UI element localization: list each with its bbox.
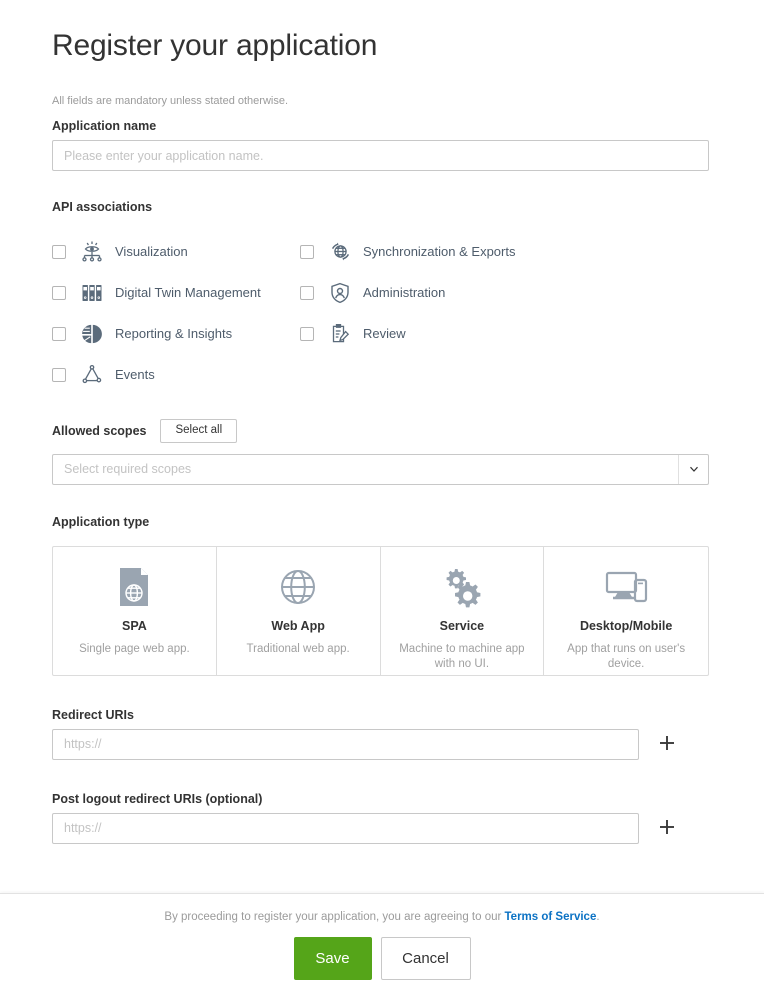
- api-item-label: Events: [115, 367, 155, 382]
- terms-note-after: .: [596, 911, 599, 923]
- desktop-mobile-icon: [602, 563, 650, 611]
- terms-of-service-link[interactable]: Terms of Service: [505, 911, 597, 923]
- checkbox-review[interactable]: [300, 327, 314, 341]
- checkbox-reporting-insights[interactable]: [52, 327, 66, 341]
- digital-twin-icon: [79, 280, 105, 306]
- application-type-desc: Traditional web app.: [247, 642, 350, 658]
- api-associations-label: API associations: [52, 200, 710, 214]
- redirect-uris-row: [52, 729, 710, 760]
- post-logout-redirect-uris-label: Post logout redirect URIs (optional): [52, 792, 710, 806]
- api-item-digital-twin-management[interactable]: Digital Twin Management: [52, 272, 300, 313]
- checkbox-administration[interactable]: [300, 286, 314, 300]
- mandatory-note: All fields are mandatory unless stated o…: [52, 95, 710, 107]
- application-type-desc: App that runs on user's device.: [560, 642, 692, 673]
- post-logout-redirect-uri-input[interactable]: [52, 813, 639, 844]
- gears-icon: [439, 563, 485, 611]
- api-associations-grid: Visualization: [52, 231, 710, 395]
- review-icon: [327, 321, 353, 347]
- application-type-options: SPA Single page web app. Web App: [52, 546, 709, 676]
- scopes-placeholder: Select required scopes: [53, 462, 191, 476]
- reporting-insights-icon: [79, 321, 105, 347]
- redirect-uris-label: Redirect URIs: [52, 708, 710, 722]
- api-item-administration[interactable]: Administration: [300, 272, 710, 313]
- page-title: Register your application: [52, 0, 710, 63]
- redirect-uri-input[interactable]: [52, 729, 639, 760]
- footer-buttons: Save Cancel: [0, 937, 764, 980]
- api-item-label: Synchronization & Exports: [363, 244, 515, 259]
- application-type-label: Application type: [52, 515, 710, 529]
- allowed-scopes-section: Allowed scopes Select all Select require…: [52, 419, 710, 485]
- spa-page-globe-icon: [114, 563, 154, 611]
- api-item-label: Visualization: [115, 244, 188, 259]
- plus-icon: [658, 818, 676, 839]
- application-type-name: Service: [440, 619, 484, 633]
- globe-icon: [276, 563, 320, 611]
- synchronization-exports-icon: [327, 239, 353, 265]
- scopes-select[interactable]: Select required scopes: [52, 454, 709, 485]
- application-type-desc: Single page web app.: [79, 642, 190, 658]
- plus-icon: [658, 734, 676, 755]
- post-logout-redirect-uris-section: Post logout redirect URIs (optional): [52, 792, 710, 844]
- application-type-name: Web App: [271, 619, 324, 633]
- api-item-synchronization-exports[interactable]: Synchronization & Exports: [300, 231, 710, 272]
- application-type-name: Desktop/Mobile: [580, 619, 672, 633]
- application-type-card-web-app[interactable]: Web App Traditional web app.: [217, 547, 381, 675]
- register-application-page: Register your application All fields are…: [0, 0, 764, 994]
- add-redirect-uri-button[interactable]: [656, 733, 678, 755]
- cancel-button[interactable]: Cancel: [381, 937, 471, 980]
- administration-icon: [327, 280, 353, 306]
- api-item-label: Reporting & Insights: [115, 326, 232, 341]
- application-type-card-desktop-mobile[interactable]: Desktop/Mobile App that runs on user's d…: [544, 547, 708, 675]
- save-button[interactable]: Save: [294, 937, 372, 980]
- application-type-card-service[interactable]: Service Machine to machine app with no U…: [381, 547, 545, 675]
- api-item-reporting-insights[interactable]: Reporting & Insights: [52, 313, 300, 354]
- form-content: Register your application All fields are…: [0, 0, 764, 844]
- api-associations-section: API associations: [52, 200, 710, 395]
- visualization-icon: [79, 239, 105, 265]
- redirect-uris-section: Redirect URIs: [52, 708, 710, 760]
- api-item-review[interactable]: Review: [300, 313, 710, 354]
- checkbox-digital-twin-management[interactable]: [52, 286, 66, 300]
- api-item-label: Review: [363, 326, 406, 341]
- add-post-logout-redirect-uri-button[interactable]: [656, 817, 678, 839]
- api-item-visualization[interactable]: Visualization: [52, 231, 300, 272]
- post-logout-redirect-uris-row: [52, 813, 710, 844]
- api-item-label: Administration: [363, 285, 445, 300]
- checkbox-visualization[interactable]: [52, 245, 66, 259]
- terms-note-before: By proceeding to register your applicati…: [164, 911, 504, 923]
- checkbox-events[interactable]: [52, 368, 66, 382]
- application-type-desc: Machine to machine app with no UI.: [396, 642, 528, 673]
- application-type-section: Application type: [52, 515, 710, 676]
- application-type-name: SPA: [122, 619, 147, 633]
- application-name-label: Application name: [52, 119, 710, 133]
- api-item-label: Digital Twin Management: [115, 285, 261, 300]
- application-name-input[interactable]: [52, 140, 709, 171]
- checkbox-synchronization-exports[interactable]: [300, 245, 314, 259]
- events-icon: [79, 362, 105, 388]
- form-footer: By proceeding to register your applicati…: [0, 893, 764, 994]
- allowed-scopes-label: Allowed scopes: [52, 424, 146, 438]
- chevron-down-icon[interactable]: [678, 455, 708, 484]
- application-type-card-spa[interactable]: SPA Single page web app.: [53, 547, 217, 675]
- select-all-scopes-button[interactable]: Select all: [160, 419, 237, 443]
- api-item-events[interactable]: Events: [52, 354, 300, 395]
- allowed-scopes-header: Allowed scopes Select all: [52, 419, 710, 443]
- terms-note: By proceeding to register your applicati…: [0, 894, 764, 923]
